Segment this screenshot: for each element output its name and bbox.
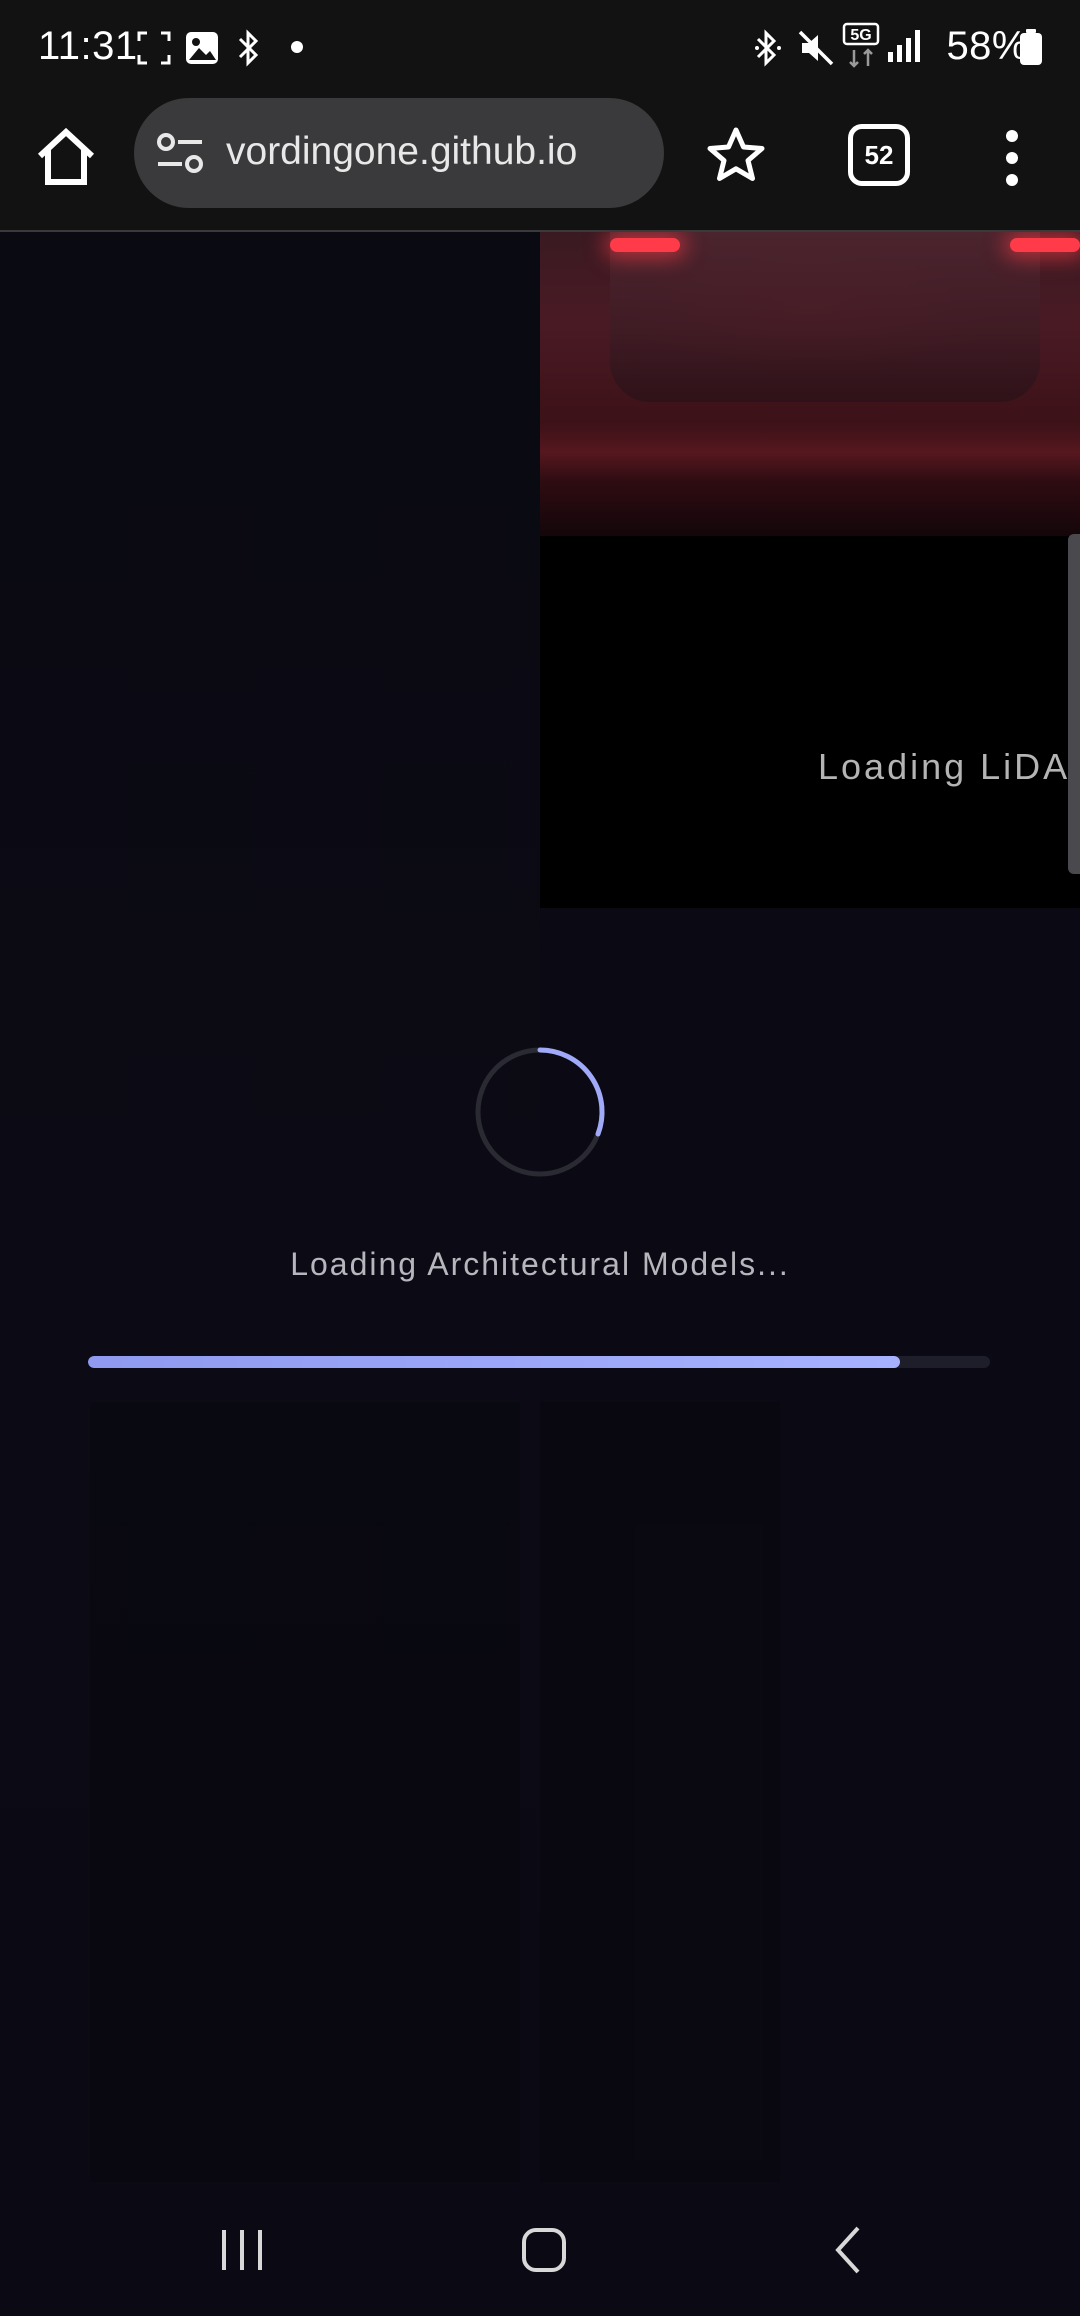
web-page: Loading LiDA Loading Architectural Model… bbox=[0, 232, 1080, 2184]
more-vert-icon bbox=[1006, 130, 1018, 186]
browser-toolbar: vordingone.github.io 52 bbox=[0, 92, 1080, 232]
battery-icon bbox=[1018, 28, 1044, 71]
home-icon bbox=[37, 127, 95, 185]
loading-spinner bbox=[472, 1044, 608, 1180]
system-nav-bar bbox=[0, 2184, 1080, 2316]
back-button[interactable] bbox=[810, 2210, 890, 2290]
home-button[interactable] bbox=[30, 122, 102, 194]
status-bar: 11:31 5G 58% bbox=[0, 0, 1080, 92]
url-text[interactable]: vordingone.github.io bbox=[226, 128, 656, 176]
road-reflection bbox=[540, 422, 1080, 482]
network-5g-icon: 5G bbox=[842, 22, 882, 75]
address-bar[interactable]: vordingone.github.io bbox=[134, 98, 664, 208]
signal-icon bbox=[886, 28, 922, 69]
taillight bbox=[1010, 238, 1080, 252]
site-settings-icon[interactable] bbox=[156, 132, 204, 181]
mute-icon bbox=[796, 28, 836, 73]
car-rear bbox=[610, 232, 1040, 402]
scrollbar[interactable] bbox=[1068, 534, 1080, 874]
recents-icon bbox=[222, 2230, 262, 2270]
more-menu-button[interactable] bbox=[980, 122, 1044, 194]
camera-feed-image bbox=[540, 232, 1080, 536]
screenshot-icon bbox=[136, 30, 172, 71]
bluetooth-icon bbox=[754, 28, 782, 73]
progress-fill bbox=[88, 1356, 900, 1368]
tab-count: 52 bbox=[864, 140, 894, 170]
bookmark-button[interactable] bbox=[700, 120, 772, 192]
status-time: 11:31 bbox=[38, 24, 138, 68]
camera-view-panel: Loading LiDA bbox=[540, 232, 1080, 908]
loading-status-text: Loading Architectural Models... bbox=[290, 1246, 790, 1282]
phone-screen: 11:31 5G 58% vordingone.github.io 52 Loa… bbox=[0, 0, 1080, 2316]
battery-percent: 58% bbox=[946, 24, 1028, 68]
star-icon bbox=[707, 127, 765, 181]
home-icon bbox=[522, 2228, 566, 2272]
nav-home-button[interactable] bbox=[504, 2210, 584, 2290]
gallery-icon bbox=[184, 30, 220, 71]
tabs-button[interactable]: 52 bbox=[848, 124, 910, 186]
network-label: 5G bbox=[850, 27, 871, 44]
lidar-loading-text: Loading LiDA bbox=[818, 746, 1071, 787]
background-panel bbox=[540, 1402, 780, 2182]
recents-button[interactable] bbox=[202, 2210, 282, 2290]
taillight bbox=[610, 238, 680, 252]
back-icon bbox=[835, 2226, 860, 2274]
bluetooth-icon bbox=[236, 28, 262, 73]
progress-bar bbox=[88, 1356, 990, 1368]
background-panel bbox=[90, 1402, 520, 2182]
notification-dot-icon bbox=[290, 40, 304, 59]
